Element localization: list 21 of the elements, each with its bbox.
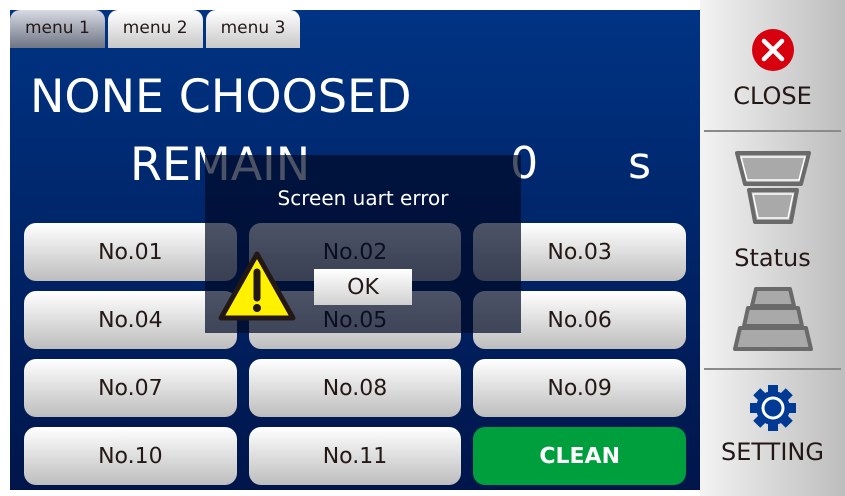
close-button[interactable]: CLOSE (733, 28, 812, 118)
remain-unit: s (628, 137, 652, 191)
slot-button[interactable]: No.10 (24, 427, 237, 485)
menu-tab[interactable]: menu 2 (108, 10, 203, 48)
slot-button[interactable]: No.09 (473, 359, 686, 417)
error-message: Screen uart error (278, 185, 448, 212)
setting-button[interactable]: SETTING (721, 384, 824, 470)
menu-tab[interactable]: menu 3 (206, 10, 300, 48)
settings-icon (748, 384, 796, 432)
ok-button[interactable]: OK (314, 269, 412, 305)
close-icon (750, 28, 794, 72)
slot-button[interactable]: No.07 (24, 359, 237, 417)
warning-icon (218, 250, 296, 322)
stack-icon[interactable] (732, 286, 814, 352)
funnel-icon[interactable] (732, 150, 812, 226)
remain-value: 0 (510, 137, 538, 191)
status-title: NONE CHOOSED (30, 68, 413, 124)
menu-tab[interactable]: menu 1 (10, 10, 105, 48)
slot-button[interactable]: No.11 (248, 427, 462, 485)
status-label: Status (734, 243, 811, 274)
slot-button[interactable]: No.08 (248, 359, 462, 417)
